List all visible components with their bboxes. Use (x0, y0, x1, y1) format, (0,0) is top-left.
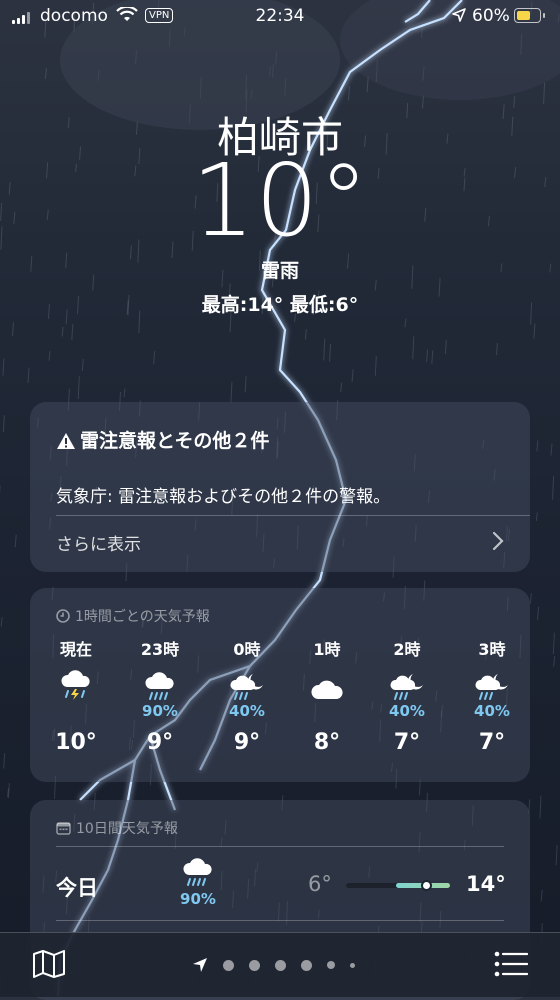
hour-column[interactable]: 現在 10° (36, 636, 116, 755)
location-arrow-icon[interactable] (192, 957, 208, 973)
page-dot[interactable] (301, 960, 312, 971)
alert-title: 雷注意報とその他２件 (56, 426, 269, 453)
hour-icon (36, 662, 116, 702)
low-temperature: 6° (308, 872, 332, 896)
hour-icon (120, 662, 200, 702)
chevron-right-icon[interactable] (492, 531, 504, 551)
page-dot[interactable] (249, 960, 260, 971)
hour-temperature: 8° (287, 730, 367, 755)
list-icon[interactable] (494, 950, 528, 978)
current-condition: 雷雨 (0, 256, 560, 283)
show-more-link[interactable]: さらに表示 (56, 530, 141, 555)
cloud-moon-rain-icon (474, 672, 510, 702)
cloud-moon-rain-icon (389, 672, 425, 702)
hour-temperature: 9° (120, 730, 200, 755)
clock-icon (56, 609, 70, 623)
hourly-forecast-card[interactable]: 1時間ごとの天気予報 現在 10° 23時 90% 9° 0時 (30, 588, 530, 782)
hourly-header-text: 1時間ごとの天気予報 (75, 609, 210, 625)
precip-chance: 40% (452, 702, 532, 724)
daily-forecast-header: 10日間天気予報 (56, 818, 178, 838)
hour-column[interactable]: 1時 8° (287, 636, 367, 755)
cloud-icon (310, 678, 344, 702)
weather-alert-card[interactable]: 雷注意報とその他２件 気象庁: 雷注意報およびその他２件の警報。 さらに表示 (30, 402, 530, 572)
page-dot[interactable] (327, 961, 335, 969)
hour-temperature: 7° (367, 730, 447, 755)
precip-chance (287, 702, 367, 724)
hour-temperature: 10° (36, 730, 116, 755)
temperature-range-bar (346, 883, 450, 888)
page-dot[interactable] (275, 960, 286, 971)
battery-icon (514, 8, 541, 23)
alert-body: 気象庁: 雷注意報およびその他２件の警報。 (56, 482, 390, 507)
hour-column[interactable]: 0時 40% 9° (207, 636, 287, 755)
hour-column[interactable]: 23時 90% 9° (120, 636, 200, 755)
precip-chance: 90% (120, 702, 200, 724)
precip-chance: 90% (170, 890, 226, 908)
cloud-moon-rain-icon (229, 672, 265, 702)
hour-icon (287, 662, 367, 702)
high-temperature: 14° (466, 872, 506, 896)
page-dot[interactable] (223, 960, 234, 971)
cloud-rain-icon (143, 672, 177, 702)
map-icon[interactable] (32, 949, 66, 979)
battery-level-fill (517, 11, 530, 20)
precip-chance: 40% (367, 702, 447, 724)
bottom-toolbar (0, 932, 560, 997)
hour-label: 3時 (452, 636, 532, 662)
precip-chance: 40% (207, 702, 287, 724)
hour-label: 2時 (367, 636, 447, 662)
page-indicator[interactable] (192, 957, 355, 973)
divider (56, 920, 504, 921)
warning-icon (56, 432, 76, 450)
hour-icon (367, 662, 447, 702)
hour-column[interactable]: 2時 40% 7° (367, 636, 447, 755)
high-low-temperature: 最高:14° 最低:6° (0, 290, 560, 317)
cloud-rain-icon (180, 858, 216, 888)
hour-temperature: 9° (207, 730, 287, 755)
current-temp-marker (423, 882, 430, 889)
hour-label: 23時 (120, 636, 200, 662)
hour-icon (207, 662, 287, 702)
divider (56, 515, 530, 516)
thunderstorm-rain-icon (59, 670, 93, 702)
battery-percent: 60% (472, 6, 510, 26)
location-arrow-icon (452, 8, 466, 22)
alert-title-text: 雷注意報とその他２件 (80, 430, 269, 452)
hour-icon (452, 662, 532, 702)
precip-chance (36, 702, 116, 724)
hour-label: 0時 (207, 636, 287, 662)
daily-header-text: 10日間天気予報 (76, 821, 178, 837)
hour-label: 1時 (287, 636, 367, 662)
status-bar: docomo VPN 22:34 60% (0, 0, 560, 34)
hourly-forecast-header: 1時間ごとの天気予報 (56, 606, 210, 626)
current-temperature: 10° (0, 146, 560, 256)
hour-temperature: 7° (452, 730, 532, 755)
page-dot[interactable] (350, 963, 355, 968)
hour-label: 現在 (36, 636, 116, 662)
day-label: 今日 (56, 872, 98, 902)
calendar-icon (56, 821, 71, 835)
divider (56, 846, 504, 847)
hour-column[interactable]: 3時 40% 7° (452, 636, 532, 755)
